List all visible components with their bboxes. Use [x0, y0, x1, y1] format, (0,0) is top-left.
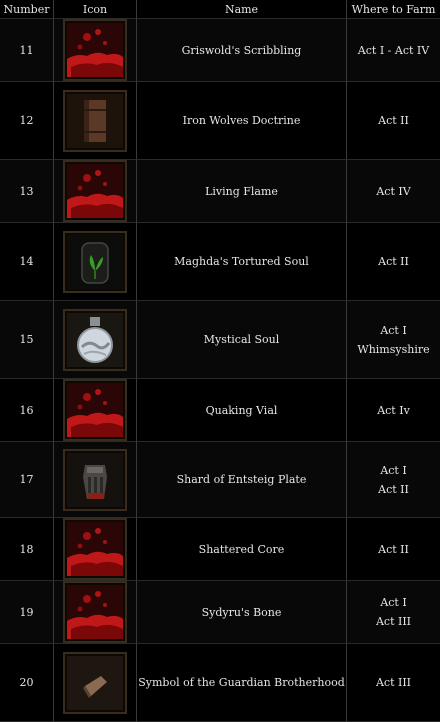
item-name: Griswold's Scribbling [136, 19, 346, 82]
item-farm-location: Act II [346, 223, 440, 301]
farm-location-line: Act IV [376, 184, 411, 198]
item-icon-cell [53, 301, 136, 379]
item-farm-location: Act Iv [346, 379, 440, 442]
table-row: 14 Maghda's Tortured Soul Act II [0, 223, 440, 301]
table-row: 13 Living Flame Act IV [0, 160, 440, 223]
item-icon-cell [53, 644, 136, 722]
item-icon-cell [53, 19, 136, 82]
farm-location-line: Act I [380, 323, 407, 337]
item-farm-location: Act IV [346, 160, 440, 223]
item-farm-location: Act II [346, 518, 440, 581]
soul-jar-icon [63, 230, 127, 293]
item-icon-cell [53, 379, 136, 442]
table-row: 12 Iron Wolves Doctrine Act II [0, 82, 440, 160]
blood-splatter-icon [63, 379, 127, 441]
item-icon-cell [53, 518, 136, 581]
item-farm-location: Act III [346, 644, 440, 722]
item-name: Shard of Entsteig Plate [136, 442, 346, 518]
farm-location-line: Act I [380, 596, 407, 609]
item-farm-location: Act I - Act IV [346, 19, 440, 82]
table-row: 11 Griswold's Scribbling Act I - Act IV [0, 19, 440, 82]
item-farm-location: Act I Whimsyshire [346, 301, 440, 379]
item-farm-location: Act I Act III [346, 581, 440, 644]
farm-location-line: Act II [378, 114, 409, 127]
blood-splatter-icon [63, 518, 127, 580]
table-row: 16 Quaking Vial Act Iv [0, 379, 440, 442]
crafting-materials-table: Number Icon Name Where to Farm 11 Griswo… [0, 0, 440, 722]
table-row: 20 Symbol of the Guardian Brotherhood Act… [0, 644, 440, 722]
gauntlet-icon [63, 448, 127, 511]
farm-location-line: Act Iv [377, 403, 410, 417]
item-number: 18 [0, 518, 53, 581]
table-row: 15 Mystical Soul Act I Whimsyshire [0, 301, 440, 379]
farm-location-line: Whimsyshire [357, 342, 430, 356]
header-farm: Where to Farm [346, 0, 440, 19]
header-icon: Icon [53, 0, 136, 19]
item-name: Iron Wolves Doctrine [136, 82, 346, 160]
blood-splatter-icon [63, 160, 127, 222]
item-name: Mystical Soul [136, 301, 346, 379]
item-number: 13 [0, 160, 53, 223]
item-name: Shattered Core [136, 518, 346, 581]
table-row: 18 Shattered Core Act II [0, 518, 440, 581]
item-icon-cell [53, 160, 136, 223]
header-number: Number [0, 0, 53, 19]
item-name: Maghda's Tortured Soul [136, 223, 346, 301]
potion-flask-icon [63, 308, 127, 371]
item-icon-cell [53, 442, 136, 518]
item-number: 16 [0, 379, 53, 442]
table-row: 17 Shard of Entsteig Plate Act I Act II [0, 442, 440, 518]
scroll-icon [63, 651, 127, 714]
farm-location-line: Act I [380, 463, 407, 477]
item-number: 17 [0, 442, 53, 518]
farm-location-line: Act II [378, 255, 409, 268]
item-name: Sydyru's Bone [136, 581, 346, 644]
item-number: 15 [0, 301, 53, 379]
header-name: Name [136, 0, 346, 19]
item-name: Living Flame [136, 160, 346, 223]
farm-location-line: Act II [378, 482, 409, 496]
item-number: 19 [0, 581, 53, 644]
header-row: Number Icon Name Where to Farm [0, 0, 440, 19]
item-icon-cell [53, 82, 136, 160]
item-number: 20 [0, 644, 53, 722]
farm-location-line: Act II [378, 542, 409, 556]
farm-location-line: Act III [375, 615, 412, 628]
item-number: 14 [0, 223, 53, 301]
item-farm-location: Act II [346, 82, 440, 160]
item-name: Quaking Vial [136, 379, 346, 442]
farm-location-line: Act I - Act IV [357, 43, 430, 57]
item-farm-location: Act I Act II [346, 442, 440, 518]
item-name: Symbol of the Guardian Brotherhood [136, 644, 346, 722]
item-number: 11 [0, 19, 53, 82]
blood-splatter-icon [63, 19, 127, 81]
item-icon-cell [53, 223, 136, 301]
farm-location-line: Act III [375, 676, 412, 689]
tome-icon [63, 89, 127, 152]
table-row: 19 Sydyru's Bone Act I Act III [0, 581, 440, 644]
blood-splatter-icon [63, 581, 127, 643]
item-number: 12 [0, 82, 53, 160]
item-icon-cell [53, 581, 136, 644]
